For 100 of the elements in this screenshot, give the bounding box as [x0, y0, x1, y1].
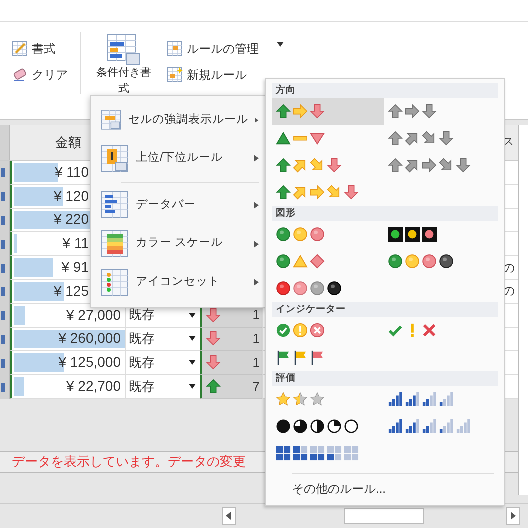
- menu-item[interactable]: カラー スケール: [91, 224, 265, 264]
- up-arrow-icon: [276, 104, 291, 119]
- circle-icon: [405, 254, 420, 269]
- amount-text: ¥ 27,000: [66, 306, 121, 325]
- grid-icon: [344, 446, 359, 461]
- right-arrow-icon: [310, 185, 325, 200]
- format-button[interactable]: 書式: [12, 40, 68, 58]
- up-arrow-icon: [276, 185, 291, 200]
- signal-bars-icon: [405, 392, 420, 407]
- x-circle-icon: [310, 323, 325, 338]
- type-dropdown[interactable]: 既存: [125, 328, 200, 352]
- diagonal-arrow-icon: [422, 131, 437, 146]
- up-arrow-icon: [388, 158, 403, 173]
- signal-bars-icon: [422, 419, 437, 434]
- signal-bars-icon: [456, 419, 471, 434]
- diagonal-arrow-icon: [405, 131, 420, 146]
- number-text: 1: [252, 306, 260, 324]
- grid-icon: [327, 446, 342, 461]
- triangle-icon: [310, 131, 325, 146]
- star-icon: [293, 392, 308, 407]
- down-arrow-icon: [344, 185, 359, 200]
- section-header: 図形: [272, 206, 498, 221]
- circle-icon: [293, 281, 308, 296]
- amount-text: ¥ 120: [54, 186, 89, 206]
- signal-bars-icon: [405, 419, 420, 434]
- section-header: インジケーター: [272, 302, 498, 317]
- amount-text: ¥ 125: [54, 282, 89, 301]
- right-arrow-icon: [510, 512, 516, 520]
- corner-cell[interactable]: [0, 125, 10, 160]
- submenu-arrow-icon: [254, 202, 259, 209]
- new-rule-button[interactable]: 新規ルール: [167, 66, 259, 84]
- down-arrow-icon: [439, 131, 454, 146]
- clear-button[interactable]: クリア: [12, 66, 68, 84]
- right-arrow-icon: [293, 104, 308, 119]
- menu-item[interactable]: アイコンセット: [91, 263, 265, 302]
- number-text: 7: [252, 378, 260, 396]
- format-icon: [12, 41, 28, 57]
- down-arrow-icon: [422, 104, 437, 119]
- section-header: 方向: [272, 83, 498, 98]
- amount-text: ¥ 260,000: [58, 329, 121, 348]
- conditional-format-icon: [107, 34, 141, 66]
- type-dropdown[interactable]: 既存: [125, 351, 200, 376]
- diagonal-arrow-icon: [327, 185, 342, 200]
- new-rule-icon: [167, 67, 183, 83]
- amount-text: ¥ 125,000: [58, 353, 121, 372]
- circle-icon: [422, 254, 437, 269]
- circle-icon: [310, 419, 325, 434]
- manage-rules-button[interactable]: ルールの管理: [167, 40, 259, 58]
- flag-icon: [293, 350, 308, 365]
- number-text: 1: [252, 330, 260, 348]
- circle-icon: [310, 281, 325, 296]
- scrollbar-thumb[interactable]: [344, 508, 424, 524]
- circle-icon: [344, 419, 359, 434]
- grid-icon: [276, 446, 291, 461]
- row-header[interactable]: [0, 375, 10, 399]
- circle-icon: [388, 254, 403, 269]
- diagonal-arrow-icon: [293, 158, 308, 173]
- up-arrow-icon: [388, 104, 403, 119]
- triangle-icon: [293, 254, 308, 269]
- check-icon: [388, 323, 403, 338]
- grid-icon: [310, 446, 325, 461]
- circle-icon: [439, 254, 454, 269]
- row-header[interactable]: [0, 161, 10, 185]
- down-arrow-icon: [327, 158, 342, 173]
- right-arrow-icon: [405, 104, 420, 119]
- amount-text: ¥ 220: [54, 210, 89, 230]
- signal-bars-icon: [422, 392, 437, 407]
- spreadsheet-icon: [101, 144, 129, 173]
- circle-icon: [276, 227, 291, 242]
- signal-bars-icon: [388, 392, 403, 407]
- right-arrow-icon: [422, 158, 437, 173]
- type-dropdown[interactable]: 既存: [125, 375, 200, 399]
- circle-icon: [310, 227, 325, 242]
- star-icon: [276, 392, 291, 407]
- spreadsheet-icon: [101, 230, 129, 258]
- circle-icon: [293, 227, 308, 242]
- signal-bars-icon: [439, 392, 454, 407]
- menu-item[interactable]: データバー: [91, 186, 265, 225]
- more-rules-item[interactable]: その他のルール...: [272, 474, 386, 498]
- caret-icon: [189, 312, 196, 318]
- up-arrow-icon: [388, 131, 403, 146]
- dropdown-button[interactable]: [277, 42, 284, 47]
- rules-icon: [167, 41, 183, 57]
- diagonal-arrow-icon: [439, 158, 454, 173]
- circle-icon: [276, 254, 291, 269]
- star-icon: [310, 392, 325, 407]
- scroll-left-button[interactable]: [222, 507, 236, 525]
- caret-icon: [189, 336, 196, 342]
- circle-icon: [293, 419, 308, 434]
- traffic-light-icon: [405, 227, 420, 242]
- flag-icon: [276, 350, 291, 365]
- left-arrow-icon: [226, 512, 232, 520]
- amount-text: ¥ 22,700: [66, 377, 121, 396]
- amount-text: ¥ 110: [55, 162, 89, 182]
- scroll-right-button[interactable]: [506, 507, 520, 525]
- grid-icon: [293, 446, 308, 461]
- spreadsheet-icon: [101, 268, 129, 297]
- traffic-light-icon: [422, 227, 437, 242]
- circle-icon: [327, 281, 342, 296]
- caret-icon: [189, 360, 196, 366]
